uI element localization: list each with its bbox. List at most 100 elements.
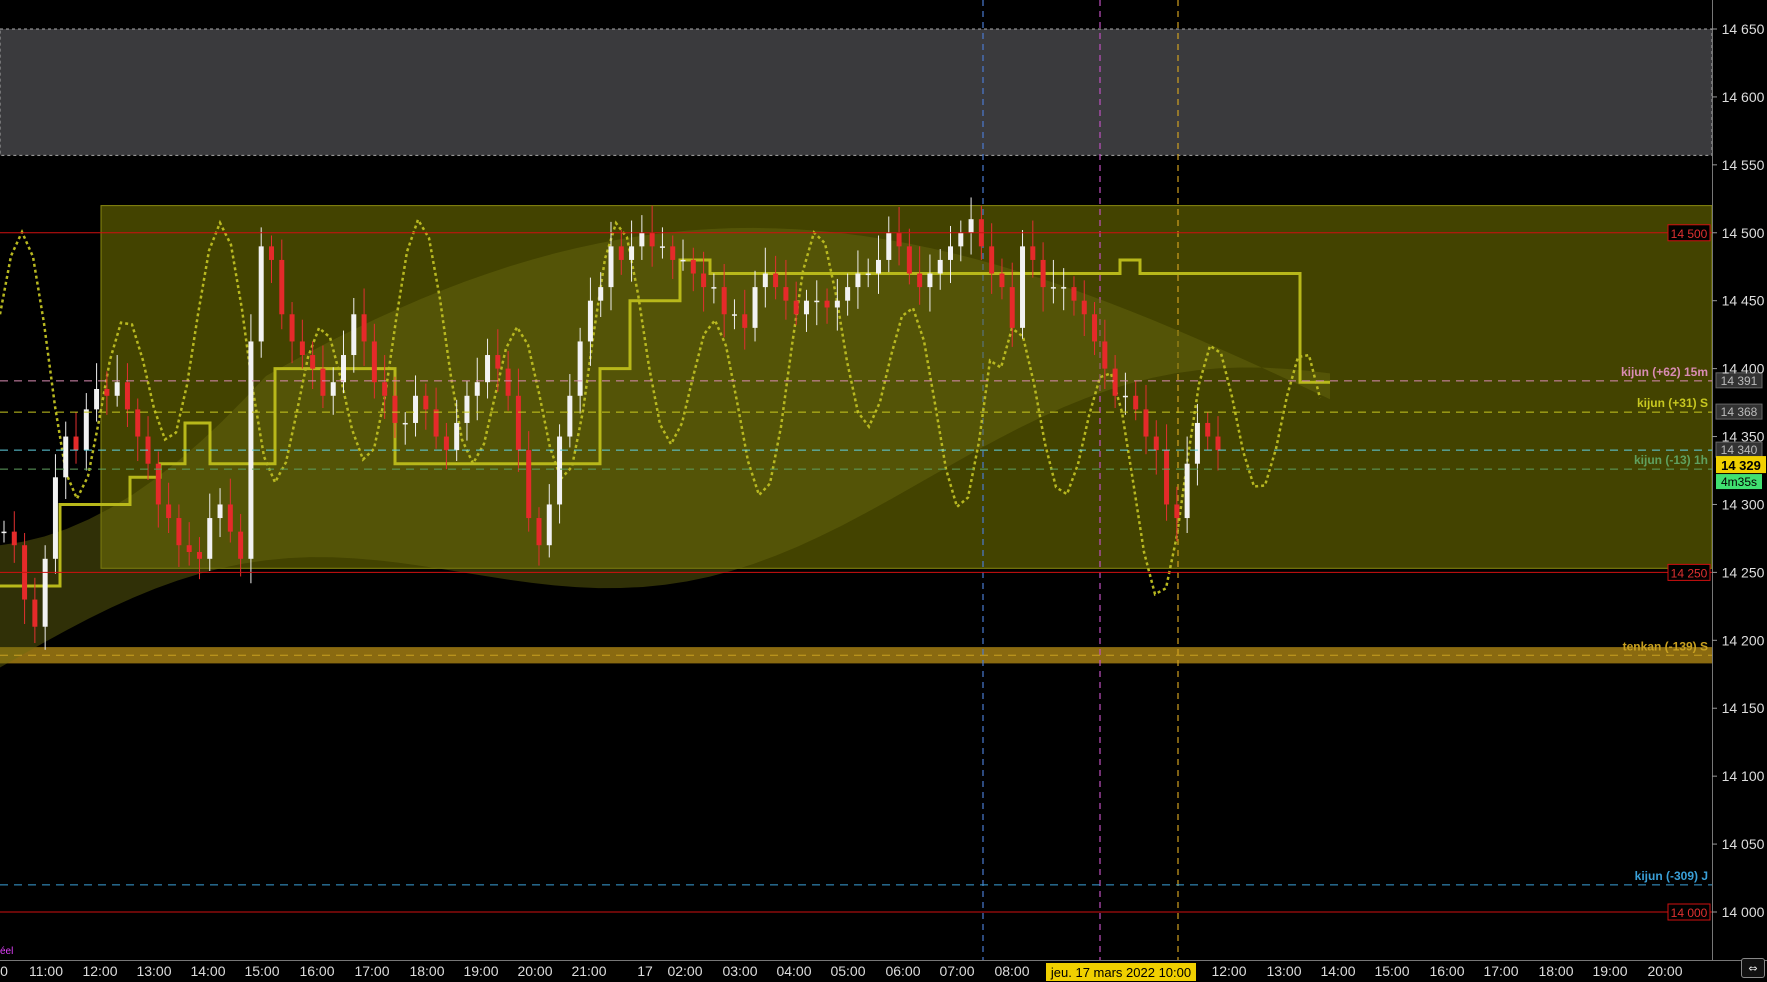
y-tick-label: 14 300 xyxy=(1722,496,1765,512)
corner-label: éel xyxy=(0,946,14,957)
level-label: tenkan (-139) S xyxy=(1623,639,1708,653)
candle-body xyxy=(845,287,851,301)
x-tick-label: 12:00 xyxy=(82,963,117,979)
x-tick-label: 0 xyxy=(0,963,8,979)
candle-body xyxy=(731,314,737,316)
countdown-label: 4m35s xyxy=(1721,475,1757,489)
x-tick-label: 12:00 xyxy=(1211,963,1246,979)
level-label: kijun (+31) S xyxy=(1637,396,1708,410)
candle-body xyxy=(515,395,521,451)
candle-body xyxy=(351,314,357,356)
y-tick-label: 14 050 xyxy=(1722,836,1765,852)
candle-body xyxy=(999,273,1005,288)
candle-body xyxy=(834,300,840,308)
candle-body xyxy=(42,558,48,627)
candle-body xyxy=(1164,450,1170,505)
candle-body xyxy=(341,355,347,383)
candle-body xyxy=(639,232,645,247)
candle-body xyxy=(783,287,789,301)
candle-body xyxy=(258,246,264,342)
candle-body xyxy=(598,287,604,301)
y-tick-label: 14 000 xyxy=(1722,904,1765,920)
chart-canvas[interactable]: 14 50014 25014 000kijun (+62) 15m14 391k… xyxy=(0,0,1767,982)
candle-body xyxy=(752,287,758,328)
candle-body xyxy=(577,341,583,396)
candle-body xyxy=(701,273,707,288)
candle-body xyxy=(1194,422,1200,464)
candle-body xyxy=(217,504,223,519)
candle-body xyxy=(330,382,336,396)
x-tick-label: 21:00 xyxy=(571,963,606,979)
candle-body xyxy=(1040,259,1046,288)
x-tick-label: 05:00 xyxy=(830,963,865,979)
y-tick-label: 14 100 xyxy=(1722,768,1765,784)
candle-body xyxy=(1,531,7,534)
candle-body xyxy=(423,395,429,410)
y-tick-label: 14 400 xyxy=(1722,361,1765,377)
candle-body xyxy=(124,382,130,410)
level-label: kijun (-309) J xyxy=(1635,869,1708,883)
candle-body xyxy=(875,259,881,274)
candle-body xyxy=(474,382,480,396)
candle-body xyxy=(649,232,655,247)
candle-body xyxy=(361,314,367,342)
candle-body xyxy=(711,287,717,289)
candle-body xyxy=(495,355,501,369)
candle-body xyxy=(176,518,182,546)
candle-body xyxy=(526,450,532,519)
candle-body xyxy=(773,273,779,288)
y-tick-label: 14 150 xyxy=(1722,700,1765,716)
x-tick-label: 15:00 xyxy=(1374,963,1409,979)
level-label: 14 250 xyxy=(1671,566,1708,580)
candle-body xyxy=(958,232,964,247)
x-tick-label: 17 xyxy=(637,963,653,979)
candle-body xyxy=(803,300,809,315)
candle-body xyxy=(762,273,768,288)
candle-body xyxy=(382,382,388,396)
x-tick-label: 13:00 xyxy=(136,963,171,979)
level-price-label: 14 340 xyxy=(1721,443,1758,457)
grey-zone xyxy=(0,28,1713,156)
candle-body xyxy=(83,409,89,451)
candle-body xyxy=(279,259,285,315)
x-tick-label: 19:00 xyxy=(463,963,498,979)
x-tick-label: 08:00 xyxy=(994,963,1029,979)
y-tick-label: 14 500 xyxy=(1722,225,1765,241)
candle-body xyxy=(618,246,624,260)
candle-body xyxy=(1071,287,1077,301)
y-tick-label: 14 450 xyxy=(1722,293,1765,309)
candle-body xyxy=(659,246,665,248)
candle-body xyxy=(392,395,398,423)
candle-body xyxy=(917,273,923,288)
candle-body xyxy=(1112,368,1118,396)
candle-body xyxy=(927,273,933,288)
x-tick-label: 17:00 xyxy=(354,963,389,979)
candle-body xyxy=(1050,287,1056,289)
candle-body xyxy=(742,314,748,328)
candle-body xyxy=(402,422,408,425)
time-scroll-button[interactable]: ⇔ xyxy=(1741,958,1765,978)
x-tick-label: 06:00 xyxy=(885,963,920,979)
candle-body xyxy=(557,436,563,505)
candle-body xyxy=(896,232,902,247)
x-tick-label: 07:00 xyxy=(939,963,974,979)
candle-body xyxy=(1205,422,1211,437)
candle-body xyxy=(413,395,419,423)
candle-body xyxy=(1061,287,1067,289)
candle-body xyxy=(937,259,943,274)
x-tick-label: 04:00 xyxy=(776,963,811,979)
candle-body xyxy=(948,246,954,260)
candle-body xyxy=(1081,300,1087,315)
candle-body xyxy=(1102,341,1108,369)
candle-body xyxy=(155,463,161,505)
candle-body xyxy=(227,504,233,532)
x-tick-label: 18:00 xyxy=(409,963,444,979)
candle-body xyxy=(94,388,100,410)
x-tick-label: 16:00 xyxy=(299,963,334,979)
candle-body xyxy=(536,518,542,546)
candle-body xyxy=(587,300,593,342)
candle-body xyxy=(196,552,202,559)
x-tick-label: 03:00 xyxy=(722,963,757,979)
candle-body xyxy=(238,531,244,559)
candle-body xyxy=(1215,436,1221,451)
